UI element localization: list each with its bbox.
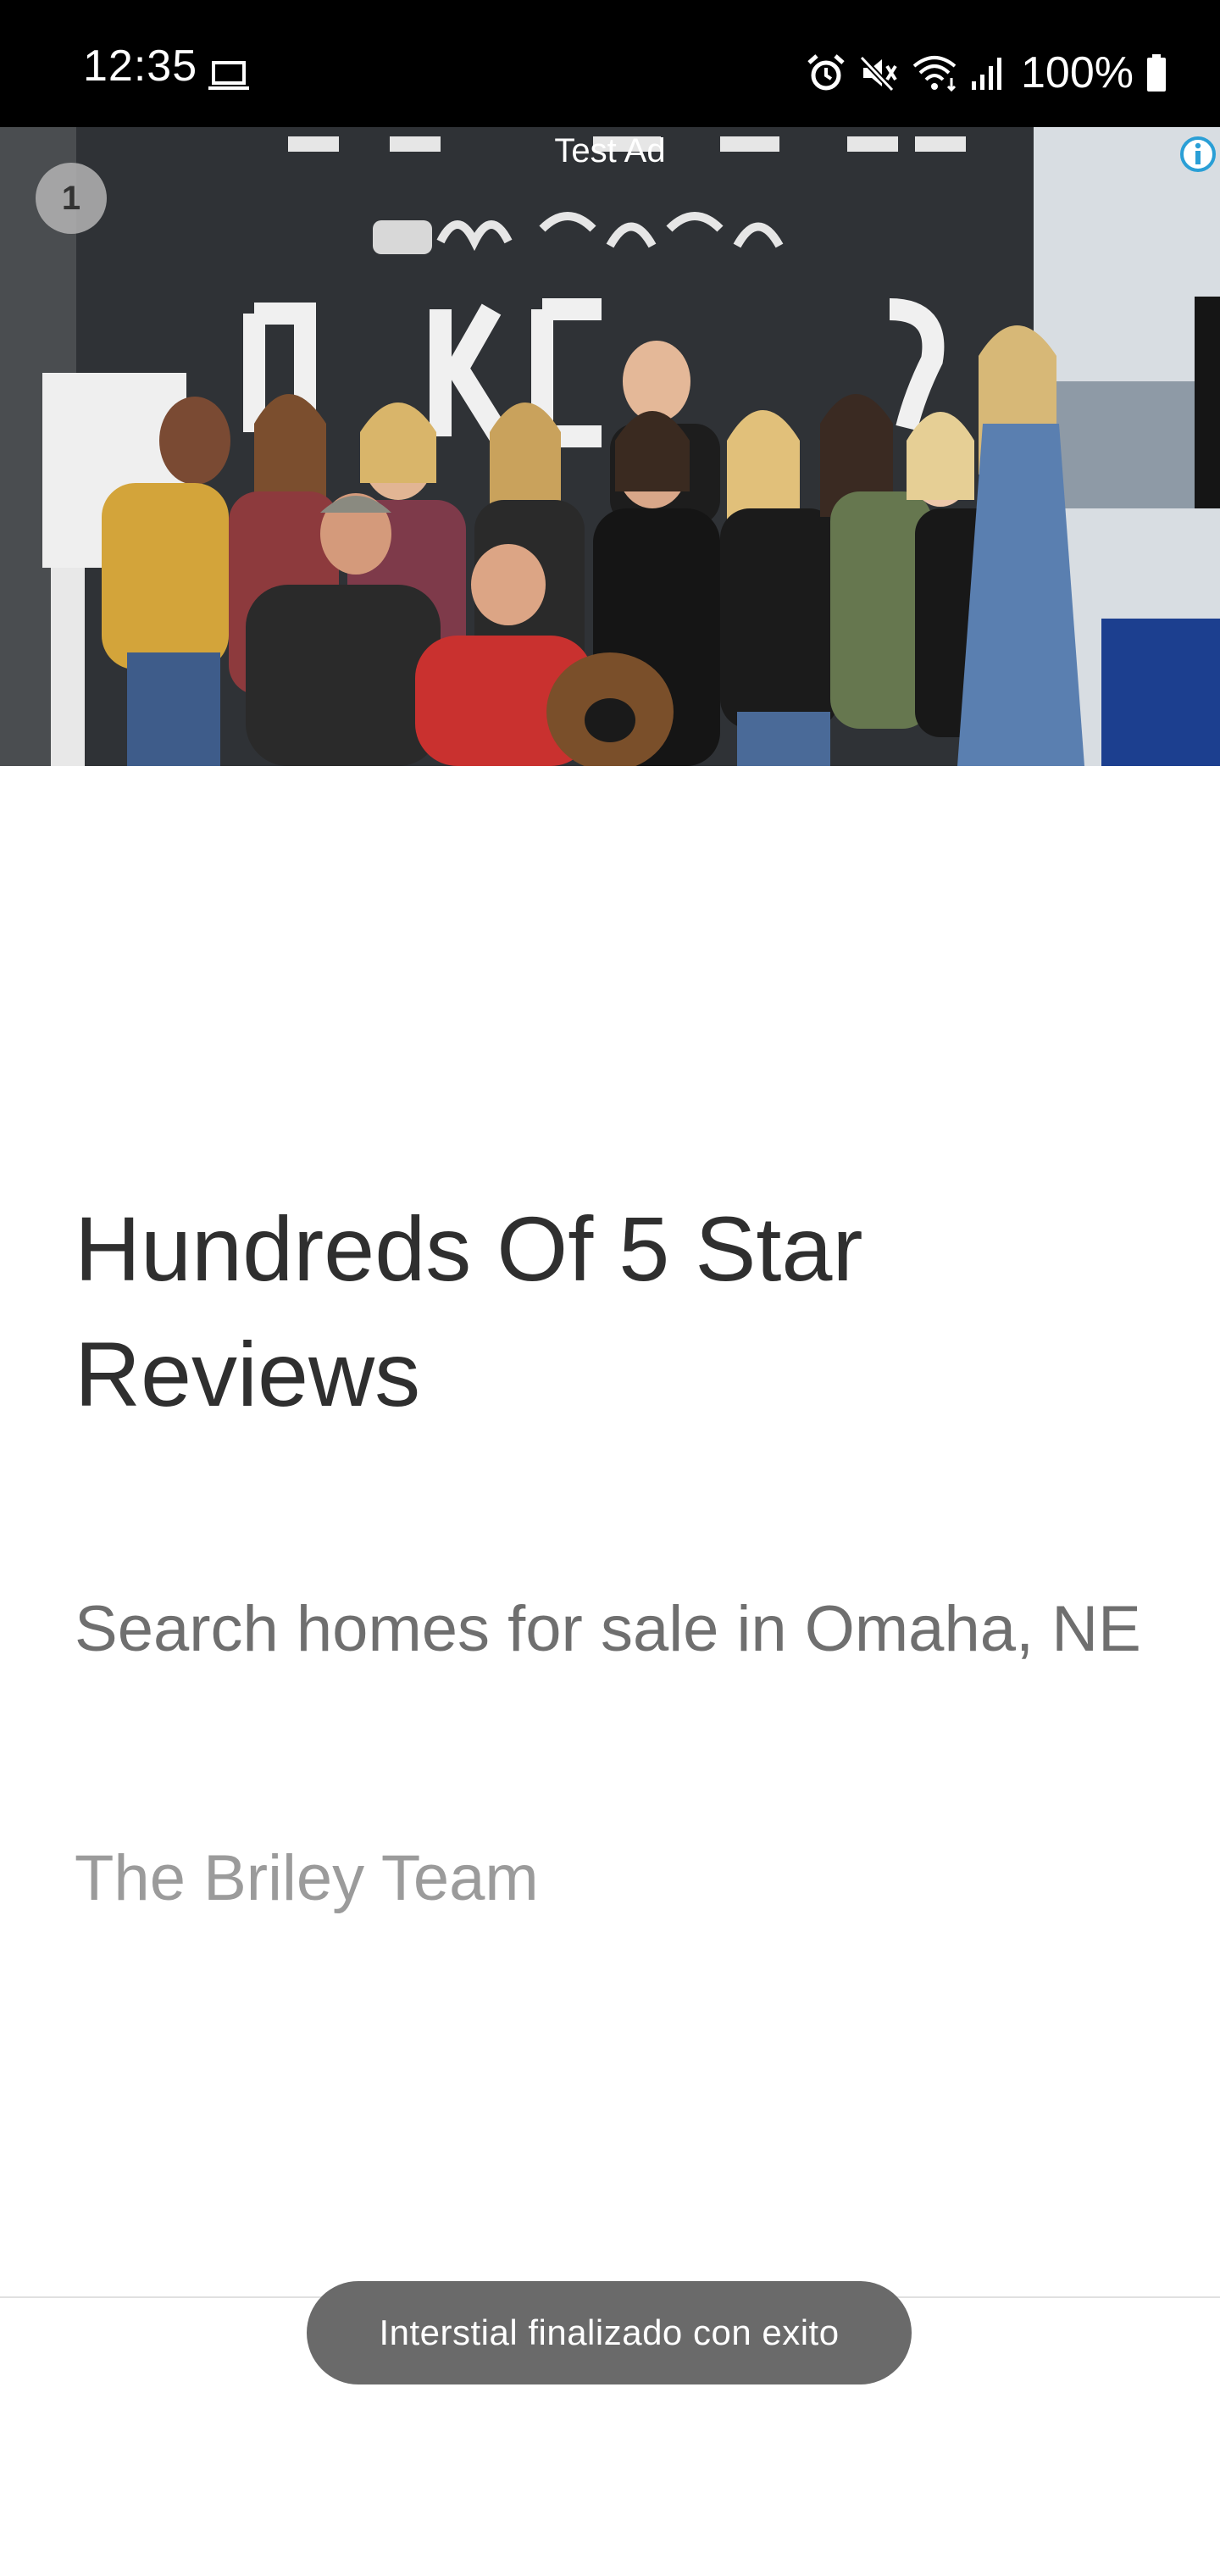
signal-icon: [972, 58, 1001, 90]
alarm-icon: [807, 54, 845, 91]
toast-message: Interstial finalizado con exito: [307, 2281, 912, 2384]
mute-icon: [859, 55, 897, 92]
info-icon[interactable]: [1178, 134, 1218, 175]
wifi-icon: [912, 56, 957, 92]
laptop-icon: [208, 61, 249, 90]
ad-headline[interactable]: Hundreds Of 5 Star Reviews: [75, 1186, 1142, 1437]
status-time: 12:35: [83, 42, 198, 91]
status-icons: 100%: [806, 47, 1167, 98]
status-bar: 12:35 100%: [0, 0, 1220, 127]
test-ad-label: Test Ad: [554, 132, 666, 169]
battery-icon: [1147, 54, 1166, 92]
ad-photo: [0, 127, 1220, 766]
ad-counter-badge: 1: [36, 163, 107, 234]
battery-percent: 100%: [1021, 48, 1134, 97]
ad-advertiser-name[interactable]: The Briley Team: [75, 1840, 922, 1917]
ad-image[interactable]: [0, 127, 1220, 766]
ad-body-text[interactable]: Search homes for sale in Omaha, NE: [75, 1591, 1176, 1668]
